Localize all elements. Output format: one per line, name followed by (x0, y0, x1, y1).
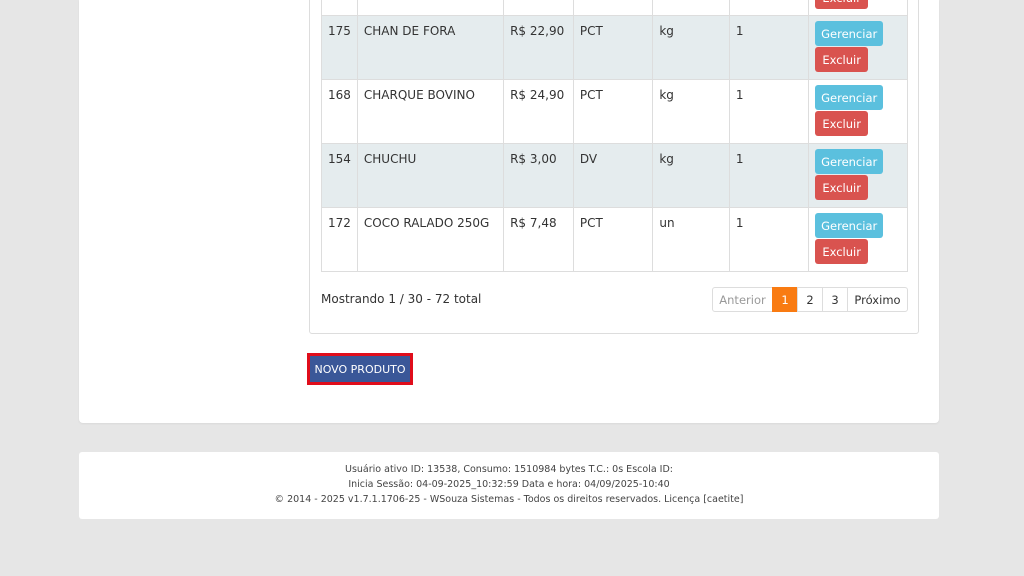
cell-id: 168 (321, 79, 358, 144)
cell-price: R$ 3,00 (503, 143, 574, 208)
cell-unit: kg (652, 79, 730, 144)
cell-qty: 1 (728, 143, 810, 208)
footer-user-info: Usuário ativo ID: 13538, Consumo: 151098… (345, 464, 673, 475)
pagination-page-3[interactable]: 3 (822, 287, 848, 312)
new-product-button[interactable]: NOVO PRODUTO (307, 353, 413, 385)
cell-unit: kg (652, 143, 730, 208)
cell-name: CHARQUE BOVINO (356, 79, 505, 144)
cell-package: DV (572, 143, 654, 208)
manage-button[interactable]: Gerenciar (815, 213, 884, 238)
manage-button[interactable]: Gerenciar (815, 149, 884, 174)
delete-button[interactable]: Excluir (815, 0, 869, 9)
results-summary: Mostrando 1 / 30 - 72 total (321, 292, 482, 306)
pagination: Anterior 1 2 3 Próximo (712, 287, 908, 312)
cell-actions: Gerenciar Excluir (808, 15, 908, 80)
cell-name: COCO RALADO 250G (356, 207, 505, 272)
pagination-previous[interactable]: Anterior (712, 287, 773, 312)
cell-unit: un (652, 207, 730, 272)
cell-qty: 1 (728, 15, 810, 80)
delete-button[interactable]: Excluir (815, 239, 869, 264)
table-row-partial: Excluir (321, 0, 908, 16)
cell-unit: kg (652, 15, 730, 80)
cell-name: CHAN DE FORA (356, 15, 505, 80)
manage-button[interactable]: Gerenciar (815, 21, 884, 46)
cell-actions: Gerenciar Excluir (808, 79, 908, 144)
cell-id: 175 (321, 15, 358, 80)
manage-button[interactable]: Gerenciar (815, 85, 884, 110)
table-row: 168 CHARQUE BOVINO R$ 24,90 PCT kg 1 Ger… (321, 79, 908, 144)
table-row: 172 COCO RALADO 250G R$ 7,48 PCT un 1 Ge… (321, 207, 908, 272)
products-table: Excluir 175 CHAN DE FORA R$ 22,90 PCT kg… (321, 0, 908, 272)
cell-qty: 1 (728, 207, 810, 272)
delete-button[interactable]: Excluir (815, 111, 869, 136)
cell-package: PCT (572, 79, 654, 144)
cell-id: 154 (321, 143, 358, 208)
cell-id: 172 (321, 207, 358, 272)
cell-price: R$ 22,90 (503, 15, 574, 80)
pagination-page-2[interactable]: 2 (797, 287, 823, 312)
delete-button[interactable]: Excluir (815, 175, 869, 200)
delete-button[interactable]: Excluir (815, 47, 869, 72)
cell-package: PCT (572, 15, 654, 80)
footer-copyright: © 2014 - 2025 v1.7.1.1706-25 - WSouza Si… (274, 494, 744, 505)
cell-package: PCT (572, 207, 654, 272)
footer-session-info: Inicia Sessão: 04-09-2025_10:32:59 Data … (348, 479, 670, 490)
table-row: 154 CHUCHU R$ 3,00 DV kg 1 Gerenciar Exc… (321, 143, 908, 208)
cell-actions: Gerenciar Excluir (808, 143, 908, 208)
cell-price: R$ 24,90 (503, 79, 574, 144)
cell-actions: Gerenciar Excluir (808, 207, 908, 272)
cell-price: R$ 7,48 (503, 207, 574, 272)
cell-qty: 1 (728, 79, 810, 144)
pagination-next[interactable]: Próximo (847, 287, 908, 312)
pagination-page-1[interactable]: 1 (772, 287, 798, 312)
table-row: 175 CHAN DE FORA R$ 22,90 PCT kg 1 Geren… (321, 15, 908, 80)
footer: Usuário ativo ID: 13538, Consumo: 151098… (79, 452, 939, 519)
cell-name: CHUCHU (356, 143, 505, 208)
